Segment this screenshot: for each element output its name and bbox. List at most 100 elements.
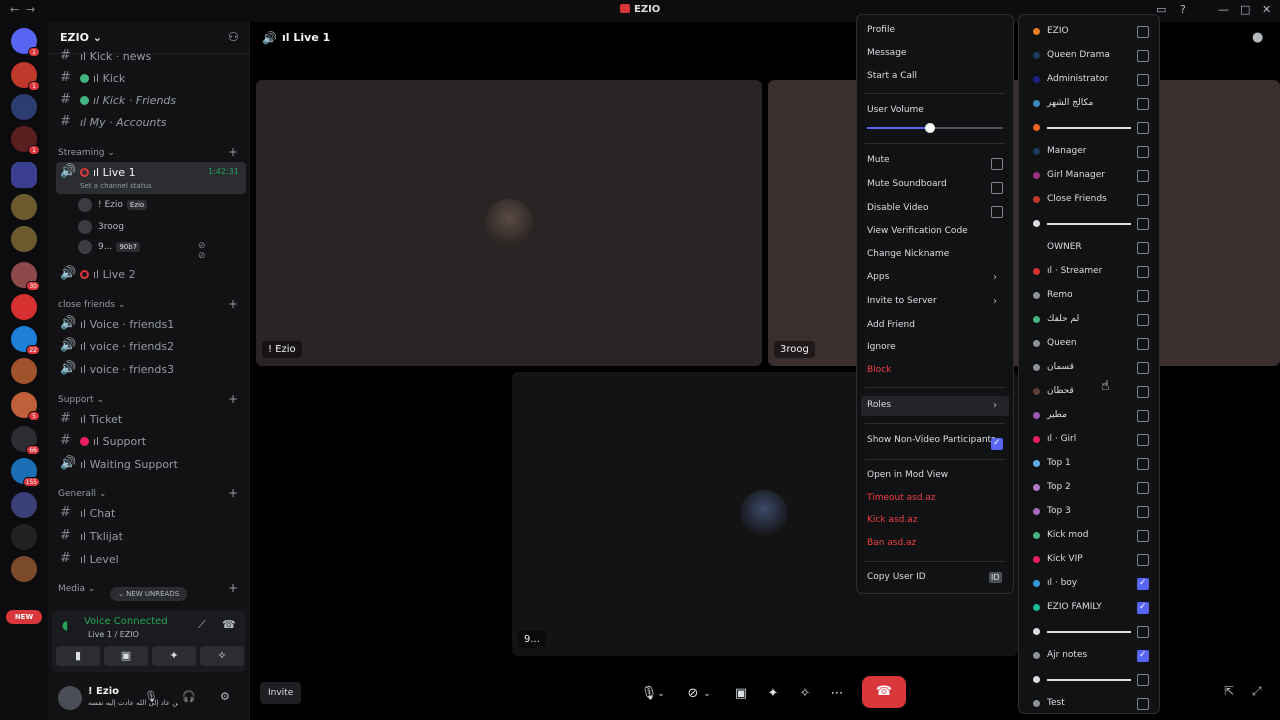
category-support[interactable]: Support ⌄ xyxy=(58,395,104,405)
role-checkbox[interactable] xyxy=(1137,506,1149,518)
chevron-down-icon[interactable]: ⌄ xyxy=(654,678,668,710)
role-checkbox[interactable] xyxy=(1137,698,1149,710)
channel-item[interactable]: # ıl My · Accounts xyxy=(56,112,246,132)
category-media[interactable]: Media ⌄ xyxy=(58,584,95,594)
close-icon[interactable]: ✕ xyxy=(1262,3,1271,16)
server-icon[interactable] xyxy=(11,294,37,320)
invite-button[interactable]: Invite xyxy=(260,682,302,704)
channel-item[interactable]: # ıl Kick xyxy=(56,68,246,88)
checkbox[interactable] xyxy=(991,158,1003,170)
role-checkbox[interactable] xyxy=(1137,434,1149,446)
role-checkbox[interactable] xyxy=(1137,578,1149,590)
role-checkbox[interactable] xyxy=(1137,26,1149,38)
help-icon[interactable]: ? xyxy=(1180,3,1186,16)
headphones-icon[interactable]: 🎧 xyxy=(182,690,196,703)
soundboard-button[interactable]: ✧ xyxy=(200,646,244,666)
role-item[interactable]: ıl · Girl xyxy=(1031,430,1153,450)
hangup-button[interactable]: ☎ xyxy=(862,676,906,708)
menu-roles[interactable]: Roles › xyxy=(867,400,1005,418)
role-item[interactable]: مطير xyxy=(1031,406,1153,426)
role-item[interactable]: Kick mod xyxy=(1031,526,1153,546)
inbox-icon[interactable]: ▭ xyxy=(1156,3,1166,16)
server-icon[interactable] xyxy=(11,94,37,120)
role-item[interactable]: Remo xyxy=(1031,286,1153,306)
channel-item[interactable]: # ıl Ticket xyxy=(56,409,246,429)
server-icon[interactable]: 155 xyxy=(11,458,40,487)
role-checkbox[interactable] xyxy=(1137,98,1149,110)
screen-share-button[interactable]: ▣ xyxy=(104,646,148,666)
role-checkbox[interactable] xyxy=(1137,290,1149,302)
activities-icon[interactable]: ✦ xyxy=(760,678,786,710)
role-item[interactable]: Top 1 xyxy=(1031,454,1153,474)
role-checkbox[interactable] xyxy=(1137,554,1149,566)
menu-change-nickname[interactable]: Change Nickname xyxy=(867,249,1005,267)
maximize-icon[interactable]: □ xyxy=(1240,3,1250,16)
server-icon[interactable] xyxy=(11,524,37,550)
volume-knob[interactable] xyxy=(924,123,935,133)
menu-disable-video[interactable]: Disable Video xyxy=(867,203,1005,221)
channel-item[interactable]: 🔊 ıl voice · friends3 xyxy=(56,359,246,379)
role-checkbox[interactable] xyxy=(1137,50,1149,62)
popout-icon[interactable]: ⇱ xyxy=(1224,684,1234,698)
forward-icon[interactable]: → xyxy=(26,3,35,16)
role-checkbox[interactable] xyxy=(1137,674,1149,686)
server-icon[interactable] xyxy=(11,556,37,582)
role-item[interactable]: ıl · Streamer xyxy=(1031,262,1153,282)
guild-name[interactable]: EZIO ⌄ xyxy=(60,31,102,44)
add-channel-icon[interactable]: + xyxy=(228,145,238,159)
menu-add-friend[interactable]: Add Friend xyxy=(867,320,1005,338)
channel-item[interactable]: # ıl Support xyxy=(56,431,246,451)
channel-item-live1[interactable]: 🔊 ıl Live 1 1:42:31 Set a channel status xyxy=(56,162,246,194)
role-checkbox[interactable] xyxy=(1137,314,1149,326)
role-item[interactable]: لم حلفك xyxy=(1031,310,1153,330)
role-checkbox[interactable] xyxy=(1137,482,1149,494)
channel-item[interactable]: 🔊 ıl Voice · friends1 xyxy=(56,314,246,334)
activities-button[interactable]: ✦ xyxy=(152,646,196,666)
menu-ignore[interactable]: Ignore xyxy=(867,342,1005,360)
new-pill[interactable]: NEW xyxy=(6,610,42,624)
role-checkbox[interactable] xyxy=(1137,74,1149,86)
role-checkbox[interactable] xyxy=(1137,242,1149,254)
voice-status[interactable]: Voice Connected xyxy=(84,616,168,627)
role-separator[interactable] xyxy=(1031,118,1153,138)
role-checkbox[interactable] xyxy=(1137,194,1149,206)
role-item[interactable]: OWNER xyxy=(1031,238,1153,258)
role-checkbox[interactable] xyxy=(1137,410,1149,422)
camera-toggle-button[interactable]: ▮ xyxy=(56,646,100,666)
add-channel-icon[interactable]: + xyxy=(228,581,238,595)
role-item[interactable]: Top 2 xyxy=(1031,478,1153,498)
microphone-icon[interactable]: 🎙 xyxy=(144,690,158,703)
role-checkbox[interactable] xyxy=(1137,266,1149,278)
channel-item[interactable]: # ıl Chat xyxy=(56,503,246,523)
new-unreads-pill[interactable]: ⌄ NEW UNREADS xyxy=(110,587,188,601)
role-item[interactable]: Kick VIP xyxy=(1031,550,1153,570)
channel-item[interactable]: 🔊 ıl voice · friends2 xyxy=(56,336,246,356)
soundboard-icon[interactable]: ✧ xyxy=(792,678,818,710)
role-item[interactable]: ıl · boy xyxy=(1031,574,1153,594)
menu-start-call[interactable]: Start a Call xyxy=(867,71,1005,89)
server-icon[interactable] xyxy=(11,492,37,518)
role-checkbox[interactable] xyxy=(1137,218,1149,230)
role-separator[interactable] xyxy=(1031,214,1153,234)
role-item[interactable]: Ajr notes xyxy=(1031,646,1153,666)
role-checkbox[interactable] xyxy=(1137,338,1149,350)
noise-suppression-icon[interactable]: ⟋ xyxy=(198,618,206,632)
menu-apps[interactable]: Apps › xyxy=(867,272,1005,290)
channel-item[interactable]: # ıl Level xyxy=(56,549,246,569)
channel-item[interactable]: # ıl Kick · Friends xyxy=(56,90,246,110)
role-item[interactable]: Queen xyxy=(1031,334,1153,354)
role-item[interactable]: Close Friends xyxy=(1031,190,1153,210)
role-item[interactable]: Girl Manager xyxy=(1031,166,1153,186)
add-channel-icon[interactable]: + xyxy=(228,297,238,311)
fullscreen-icon[interactable]: ⤢ xyxy=(1252,684,1262,699)
server-icon[interactable]: 1 xyxy=(11,126,40,155)
menu-mute[interactable]: Mute xyxy=(867,155,1005,173)
role-checkbox[interactable] xyxy=(1137,170,1149,182)
role-checkbox[interactable] xyxy=(1137,530,1149,542)
menu-mute-soundboard[interactable]: Mute Soundboard xyxy=(867,179,1005,197)
role-checkbox[interactable] xyxy=(1137,386,1149,398)
menu-timeout[interactable]: Timeout asd.az xyxy=(867,493,1005,511)
volume-slider[interactable] xyxy=(867,123,1003,133)
server-icon[interactable]: 66 xyxy=(11,426,40,455)
chat-icon[interactable]: ● xyxy=(1252,30,1263,45)
